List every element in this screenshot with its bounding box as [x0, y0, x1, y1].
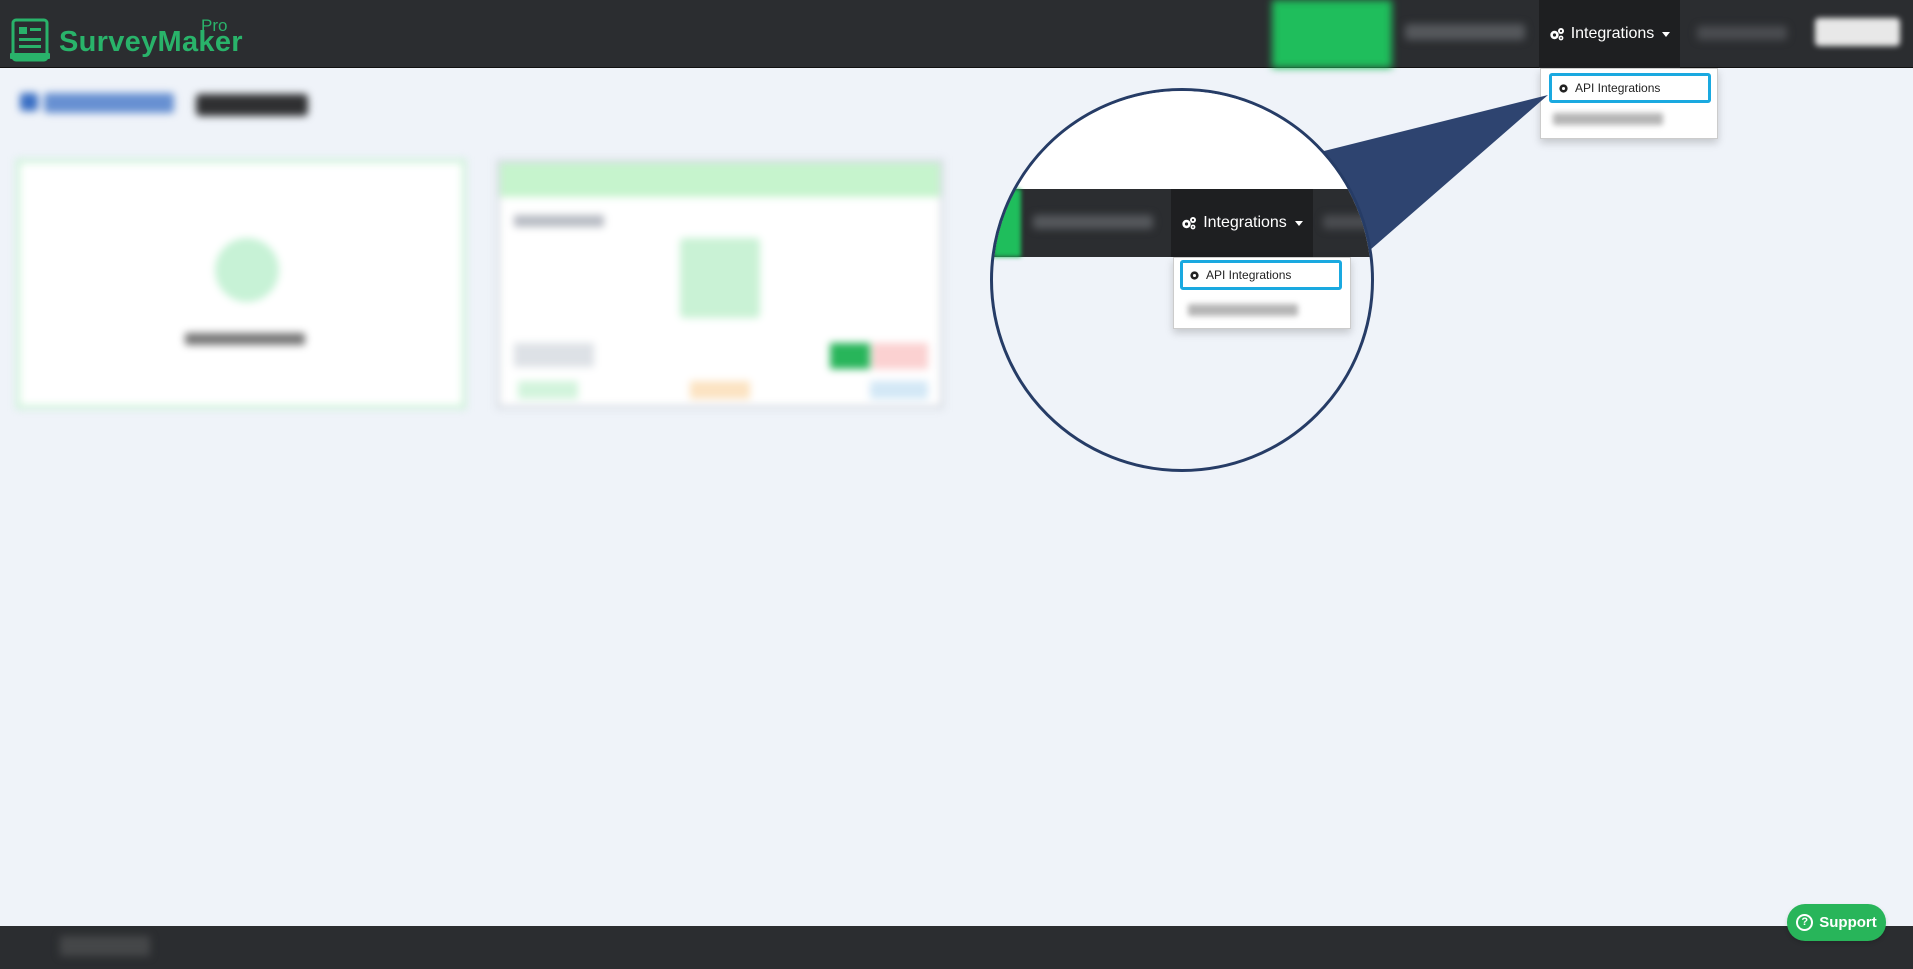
magnifier-api-integrations-label: API Integrations [1206, 268, 1292, 282]
magnifier-nav-item-blurred [1323, 215, 1371, 229]
help-circle-icon: ? [1796, 914, 1814, 931]
card-subtitle-blurred [514, 215, 604, 227]
page-title-blurred [44, 93, 174, 113]
nav-integrations-label: Integrations [1570, 25, 1655, 42]
add-survey-card[interactable] [16, 159, 466, 409]
footer-bar [0, 926, 1913, 969]
magnifier-top-area [993, 91, 1371, 189]
magnifier-nav-integrations: Integrations [1171, 189, 1313, 257]
nav-integrations-dropdown[interactable]: Integrations [1539, 0, 1680, 68]
nav-item-blurred[interactable] [1405, 24, 1525, 40]
card-button-blurred[interactable] [514, 343, 594, 367]
magnifier-nav-item-blurred [1033, 215, 1153, 229]
brand-suffix: Pro [201, 16, 228, 35]
caret-down-icon [1294, 220, 1303, 226]
magnifier-nav-item-blurred-active [993, 189, 1021, 257]
card-header-blurred [500, 163, 940, 197]
footer-content-blurred [60, 936, 150, 956]
gear-icon [1190, 270, 1199, 280]
main-content-blurred [0, 69, 980, 489]
card-badge-blurred[interactable] [518, 381, 578, 399]
magnifier-callout: Integrations API Integrations [990, 88, 1374, 472]
magnifier-api-integrations-item: API Integrations [1180, 260, 1342, 290]
support-label: Support [1819, 914, 1877, 931]
magnifier-integrations-label: Integrations [1203, 214, 1287, 231]
integrations-dropdown-menu: API Integrations [1540, 68, 1718, 139]
title-icon [20, 93, 38, 111]
magnifier-dropdown-menu: API Integrations [1173, 257, 1351, 329]
gear-icon [1559, 83, 1568, 93]
magnifier-menu-item-blurred [1188, 304, 1298, 316]
api-integrations-menu-item[interactable]: API Integrations [1549, 73, 1711, 103]
nav-button-blurred[interactable] [1815, 18, 1900, 46]
surveymaker-logo-icon[interactable] [10, 18, 52, 62]
card-label-blurred [185, 333, 305, 345]
survey-thumbnail [680, 238, 760, 318]
api-integrations-label: API Integrations [1575, 81, 1661, 95]
title-badge-blurred[interactable] [196, 94, 308, 116]
plus-icon [215, 238, 279, 302]
support-button[interactable]: ? Support [1787, 904, 1886, 941]
survey-card[interactable] [496, 159, 944, 409]
card-button-blurred[interactable] [830, 343, 870, 369]
nav-item-blurred-active[interactable] [1272, 0, 1392, 68]
gears-icon [1182, 217, 1197, 230]
card-badge-blurred[interactable] [870, 381, 928, 399]
top-navbar: SurveyMaker Pro Integrations [0, 0, 1913, 68]
caret-down-icon [1662, 31, 1671, 37]
card-button-blurred[interactable] [872, 343, 928, 369]
gears-icon [1549, 28, 1564, 41]
card-badge-blurred[interactable] [690, 381, 750, 399]
nav-item-blurred[interactable] [1697, 26, 1787, 40]
menu-item-blurred[interactable] [1553, 113, 1663, 125]
